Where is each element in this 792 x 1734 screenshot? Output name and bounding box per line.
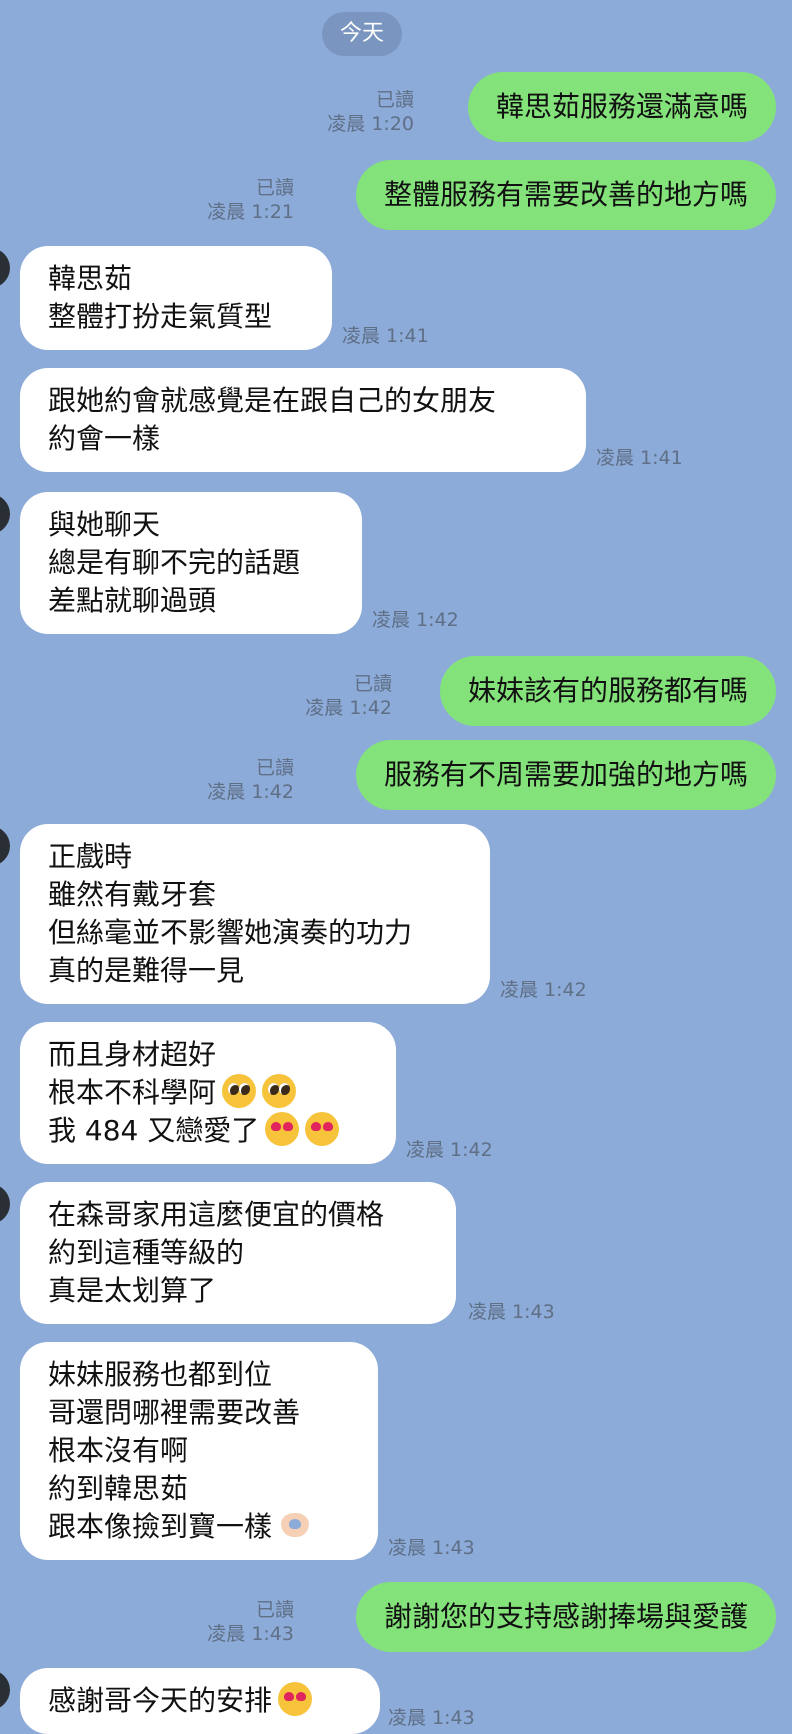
incoming-message-bubble[interactable]: 正戲時 雖然有戴牙套 但絲毫並不影響她演奏的功力 真的是難得一見 bbox=[20, 824, 490, 1004]
heart-hands-emoji bbox=[278, 1508, 312, 1542]
outgoing-message-bubble[interactable]: 謝謝您的支持感謝捧場與愛護 bbox=[355, 1582, 776, 1652]
message-meta: 已讀 凌晨 1:43 bbox=[207, 1598, 294, 1646]
message-time: 凌晨 1:43 bbox=[388, 1707, 475, 1729]
heart-eyes-emoji bbox=[278, 1682, 313, 1716]
message-time: 凌晨 1:20 bbox=[327, 113, 414, 135]
read-receipt: 已讀 bbox=[255, 757, 294, 779]
message-time: 凌晨 1:42 bbox=[406, 1139, 493, 1161]
outgoing-message-bubble[interactable]: 整體服務有需要改善的地方嗎 bbox=[355, 160, 776, 230]
incoming-message-bubble[interactable]: 跟她約會就感覺是在跟自己的女朋友 約會一樣 bbox=[20, 368, 586, 472]
message-time: 凌晨 1:21 bbox=[207, 201, 294, 223]
incoming-message-bubble[interactable]: 在森哥家用這麼便宜的價格 約到這種等級的 真是太划算了 bbox=[20, 1182, 456, 1324]
message-time: 凌晨 1:41 bbox=[342, 325, 429, 347]
message-time: 凌晨 1:41 bbox=[596, 447, 683, 469]
incoming-message-bubble[interactable]: 與她聊天 總是有聊不完的話題 差點就聊過頭 bbox=[20, 492, 362, 634]
message-time: 凌晨 1:43 bbox=[468, 1301, 555, 1323]
message-line: 約到韓思茹 bbox=[48, 1472, 189, 1505]
message-line: 妹妹服務也都到位 bbox=[48, 1358, 273, 1391]
message-line: 我 484 又戀愛了 bbox=[48, 1112, 368, 1150]
message-line: 根本沒有啊 bbox=[48, 1434, 189, 1467]
heart-eyes-emoji bbox=[265, 1112, 300, 1146]
heart-eyes-emoji bbox=[305, 1112, 340, 1146]
message-line: 哥還問哪裡需要改善 bbox=[48, 1396, 301, 1429]
message-time: 凌晨 1:42 bbox=[207, 781, 294, 803]
incoming-message-bubble[interactable]: 而且身材超好 根本不科學阿 我 484 又戀愛了 bbox=[20, 1022, 396, 1164]
message-meta: 已讀 凌晨 1:20 bbox=[327, 88, 414, 136]
message-time: 凌晨 1:42 bbox=[372, 609, 459, 631]
message-time: 凌晨 1:43 bbox=[388, 1537, 475, 1559]
incoming-message-bubble[interactable]: 韓思茹 整體打扮走氣質型 bbox=[20, 246, 332, 350]
read-receipt: 已讀 bbox=[375, 89, 414, 111]
message-time: 凌晨 1:42 bbox=[500, 979, 587, 1001]
pleading-face-emoji bbox=[262, 1074, 297, 1108]
message-meta: 已讀 凌晨 1:21 bbox=[207, 176, 294, 224]
message-line: 而且身材超好 bbox=[48, 1038, 217, 1071]
message-meta: 已讀 凌晨 1:42 bbox=[207, 756, 294, 804]
sender-avatar[interactable] bbox=[0, 494, 10, 534]
message-line: 感謝哥今天的安排 bbox=[48, 1682, 352, 1720]
date-separator: 今天 bbox=[322, 12, 402, 56]
incoming-message-bubble[interactable]: 感謝哥今天的安排 bbox=[20, 1668, 380, 1734]
read-receipt: 已讀 bbox=[255, 177, 294, 199]
incoming-message-bubble[interactable]: 妹妹服務也都到位 哥還問哪裡需要改善 根本沒有啊 約到韓思茹 跟本像撿到寶一樣 bbox=[20, 1342, 378, 1560]
message-line: 根本不科學阿 bbox=[48, 1074, 368, 1112]
outgoing-message-bubble[interactable]: 韓思茹服務還滿意嗎 bbox=[467, 72, 776, 142]
read-receipt: 已讀 bbox=[255, 1599, 294, 1621]
message-time: 凌晨 1:43 bbox=[207, 1623, 294, 1645]
message-time: 凌晨 1:42 bbox=[305, 697, 392, 719]
sender-avatar[interactable] bbox=[0, 248, 10, 288]
sender-avatar[interactable] bbox=[0, 1184, 10, 1224]
sender-avatar[interactable] bbox=[0, 1670, 10, 1710]
outgoing-message-bubble[interactable]: 妹妹該有的服務都有嗎 bbox=[439, 656, 776, 726]
message-meta: 已讀 凌晨 1:42 bbox=[305, 672, 392, 720]
pleading-face-emoji bbox=[222, 1074, 257, 1108]
outgoing-message-bubble[interactable]: 服務有不周需要加強的地方嗎 bbox=[355, 740, 776, 810]
sender-avatar[interactable] bbox=[0, 826, 10, 866]
read-receipt: 已讀 bbox=[353, 673, 392, 695]
message-line: 跟本像撿到寶一樣 bbox=[48, 1508, 350, 1546]
